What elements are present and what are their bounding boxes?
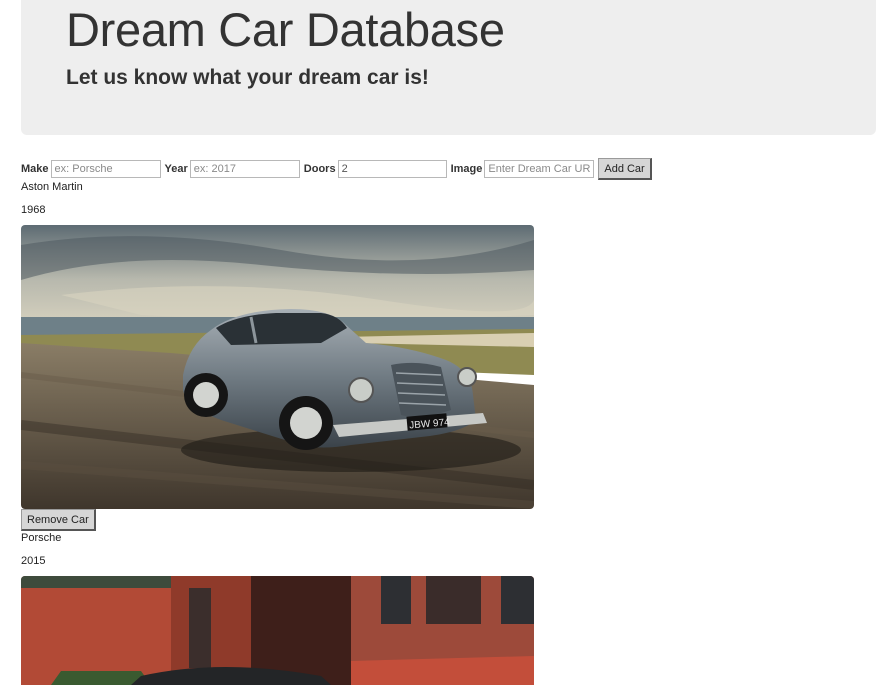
add-car-form: Make Year Doors Image Add Car (21, 158, 652, 180)
header-jumbotron: Dream Car Database Let us know what your… (21, 0, 876, 135)
car-image (21, 576, 534, 685)
page-title: Dream Car Database (66, 3, 505, 56)
year-input[interactable] (189, 160, 300, 178)
remove-car-button[interactable]: Remove Car (21, 509, 96, 531)
car-image: JBW 974 (21, 225, 534, 509)
doors-input[interactable] (337, 160, 447, 178)
add-car-button[interactable]: Add Car (598, 158, 652, 180)
doors-label: Doors (303, 163, 336, 175)
car-make: Aston Martin (21, 181, 83, 193)
car-make: Porsche (21, 532, 62, 544)
car-year: 1968 (21, 204, 46, 216)
page-subtitle: Let us know what your dream car is! (66, 66, 429, 89)
porsche-photo (21, 576, 534, 685)
image-url-input[interactable] (484, 160, 595, 178)
year-label: Year (164, 163, 188, 175)
car-year: 2015 (21, 555, 46, 567)
make-input[interactable] (50, 160, 161, 178)
make-label: Make (21, 163, 49, 175)
image-label: Image (450, 163, 483, 175)
aston-martin-photo: JBW 974 (21, 225, 534, 509)
